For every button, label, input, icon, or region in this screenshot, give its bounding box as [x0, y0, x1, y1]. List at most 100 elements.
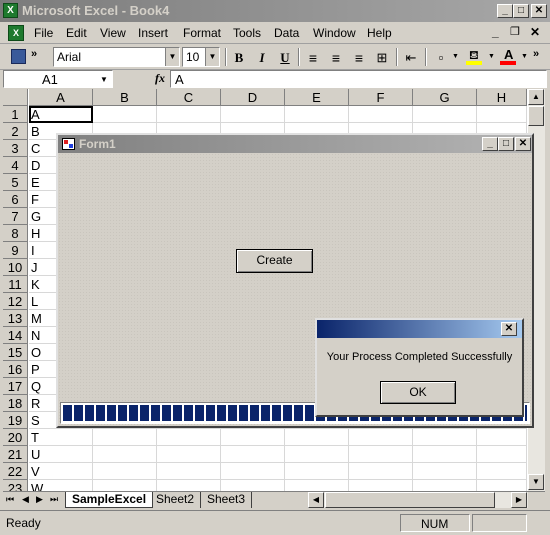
menu-insert[interactable]: Insert — [138, 26, 168, 40]
chevron-down-icon[interactable]: ▼ — [488, 53, 495, 60]
insert-function-icon[interactable]: fx — [155, 71, 165, 86]
workbook-icon[interactable]: X — [8, 25, 24, 41]
row-header[interactable]: 10 — [3, 259, 28, 276]
form1-close-button[interactable]: ✕ — [515, 137, 531, 151]
menu-window[interactable]: Window — [313, 26, 356, 40]
font-size-combo[interactable]: 10 ▼ — [182, 47, 220, 67]
cell[interactable] — [349, 446, 413, 463]
column-header-e[interactable]: E — [285, 89, 349, 106]
cell[interactable] — [93, 480, 157, 491]
underline-button[interactable]: U — [276, 50, 294, 66]
column-header-d[interactable]: D — [221, 89, 285, 106]
merge-center-icon[interactable]: ⊞ — [373, 50, 391, 66]
cell[interactable] — [285, 429, 349, 446]
tab-sampleexcel[interactable]: SampleExcel — [65, 492, 154, 508]
row-header[interactable]: 8 — [3, 225, 28, 242]
row-header[interactable]: 16 — [3, 361, 28, 378]
cell[interactable]: U — [29, 446, 93, 463]
row-header[interactable]: 17 — [3, 378, 28, 395]
cell[interactable] — [349, 106, 413, 123]
row-header[interactable]: 22 — [3, 463, 28, 480]
tab-sheet3[interactable]: Sheet3 — [201, 492, 253, 508]
column-header-a[interactable]: A — [29, 89, 93, 106]
doc-close-icon[interactable]: ✕ — [530, 25, 540, 39]
align-left-icon[interactable]: ≡ — [304, 50, 322, 66]
formula-input[interactable]: A — [170, 70, 547, 88]
create-button[interactable]: Create — [236, 249, 313, 273]
chevron-down-icon[interactable]: ▼ — [205, 48, 219, 66]
row-header[interactable]: 4 — [3, 157, 28, 174]
cell[interactable] — [477, 463, 527, 480]
cell[interactable] — [413, 446, 477, 463]
column-header-b[interactable]: B — [93, 89, 157, 106]
cell[interactable] — [93, 446, 157, 463]
row-header[interactable]: 1 — [3, 106, 28, 123]
name-box[interactable]: A1 ▼ — [3, 70, 113, 88]
tab-sheet2[interactable]: Sheet2 — [150, 492, 202, 508]
cell[interactable] — [477, 446, 527, 463]
maximize-button[interactable]: □ — [513, 4, 529, 18]
save-icon[interactable] — [11, 49, 26, 64]
cell[interactable]: V — [29, 463, 93, 480]
menu-edit[interactable]: Edit — [66, 26, 87, 40]
scroll-left-icon[interactable]: ◀ — [308, 492, 324, 508]
column-header-c[interactable]: C — [157, 89, 221, 106]
horizontal-scrollbar[interactable]: ◀ ▶ — [308, 492, 528, 508]
cell[interactable] — [349, 429, 413, 446]
cell[interactable] — [221, 429, 285, 446]
row-header[interactable]: 11 — [3, 276, 28, 293]
bold-button[interactable]: B — [230, 50, 248, 66]
cell[interactable] — [93, 106, 157, 123]
cell[interactable] — [477, 429, 527, 446]
cell[interactable] — [413, 429, 477, 446]
form1-maximize-button[interactable]: □ — [498, 137, 514, 151]
row-header[interactable]: 19 — [3, 412, 28, 429]
cell[interactable] — [285, 463, 349, 480]
align-right-icon[interactable]: ≡ — [350, 50, 368, 66]
menu-tools[interactable]: Tools — [233, 26, 261, 40]
row-header[interactable]: 15 — [3, 344, 28, 361]
minimize-button[interactable]: _ — [497, 4, 513, 18]
cell[interactable] — [157, 480, 221, 491]
first-sheet-icon[interactable]: ⏮ — [6, 494, 14, 505]
font-name-combo[interactable]: Arial ▼ — [53, 47, 180, 67]
menu-data[interactable]: Data — [274, 26, 299, 40]
cell[interactable] — [285, 106, 349, 123]
cell[interactable] — [157, 446, 221, 463]
toolbar-options-icon[interactable]: » — [31, 48, 37, 60]
menu-format[interactable]: Format — [183, 26, 221, 40]
close-button[interactable]: ✕ — [531, 4, 547, 18]
scroll-down-icon[interactable]: ▼ — [528, 474, 544, 490]
next-sheet-icon[interactable]: ▶ — [36, 494, 43, 505]
vertical-scroll-thumb[interactable] — [528, 106, 544, 126]
chevron-down-icon[interactable]: ▼ — [452, 53, 459, 60]
row-header[interactable]: 6 — [3, 191, 28, 208]
fill-color-icon[interactable]: ⛾ — [466, 48, 483, 65]
cell[interactable] — [157, 429, 221, 446]
row-header[interactable]: 21 — [3, 446, 28, 463]
row-header[interactable]: 2 — [3, 123, 28, 140]
doc-restore-icon[interactable]: ❐ — [510, 25, 520, 38]
row-header[interactable]: 14 — [3, 327, 28, 344]
cell[interactable] — [413, 106, 477, 123]
cell[interactable] — [285, 446, 349, 463]
form1-minimize-button[interactable]: _ — [482, 137, 498, 151]
message-close-button[interactable]: ✕ — [501, 322, 517, 336]
active-cell[interactable]: A — [29, 106, 93, 123]
cell[interactable] — [221, 106, 285, 123]
cell[interactable] — [413, 463, 477, 480]
cell[interactable] — [413, 480, 477, 491]
chevron-down-icon[interactable]: ▼ — [100, 75, 108, 84]
cell[interactable] — [93, 463, 157, 480]
column-header-h[interactable]: H — [477, 89, 527, 106]
cell[interactable] — [477, 106, 527, 123]
row-header[interactable]: 3 — [3, 140, 28, 157]
menu-view[interactable]: View — [100, 26, 126, 40]
chevron-down-icon[interactable]: ▼ — [521, 53, 528, 60]
cell[interactable] — [221, 463, 285, 480]
row-header[interactable]: 20 — [3, 429, 28, 446]
horizontal-scroll-thumb[interactable] — [325, 492, 495, 508]
cell[interactable] — [477, 480, 527, 491]
prev-sheet-icon[interactable]: ◀ — [22, 494, 29, 505]
cell[interactable] — [221, 480, 285, 491]
